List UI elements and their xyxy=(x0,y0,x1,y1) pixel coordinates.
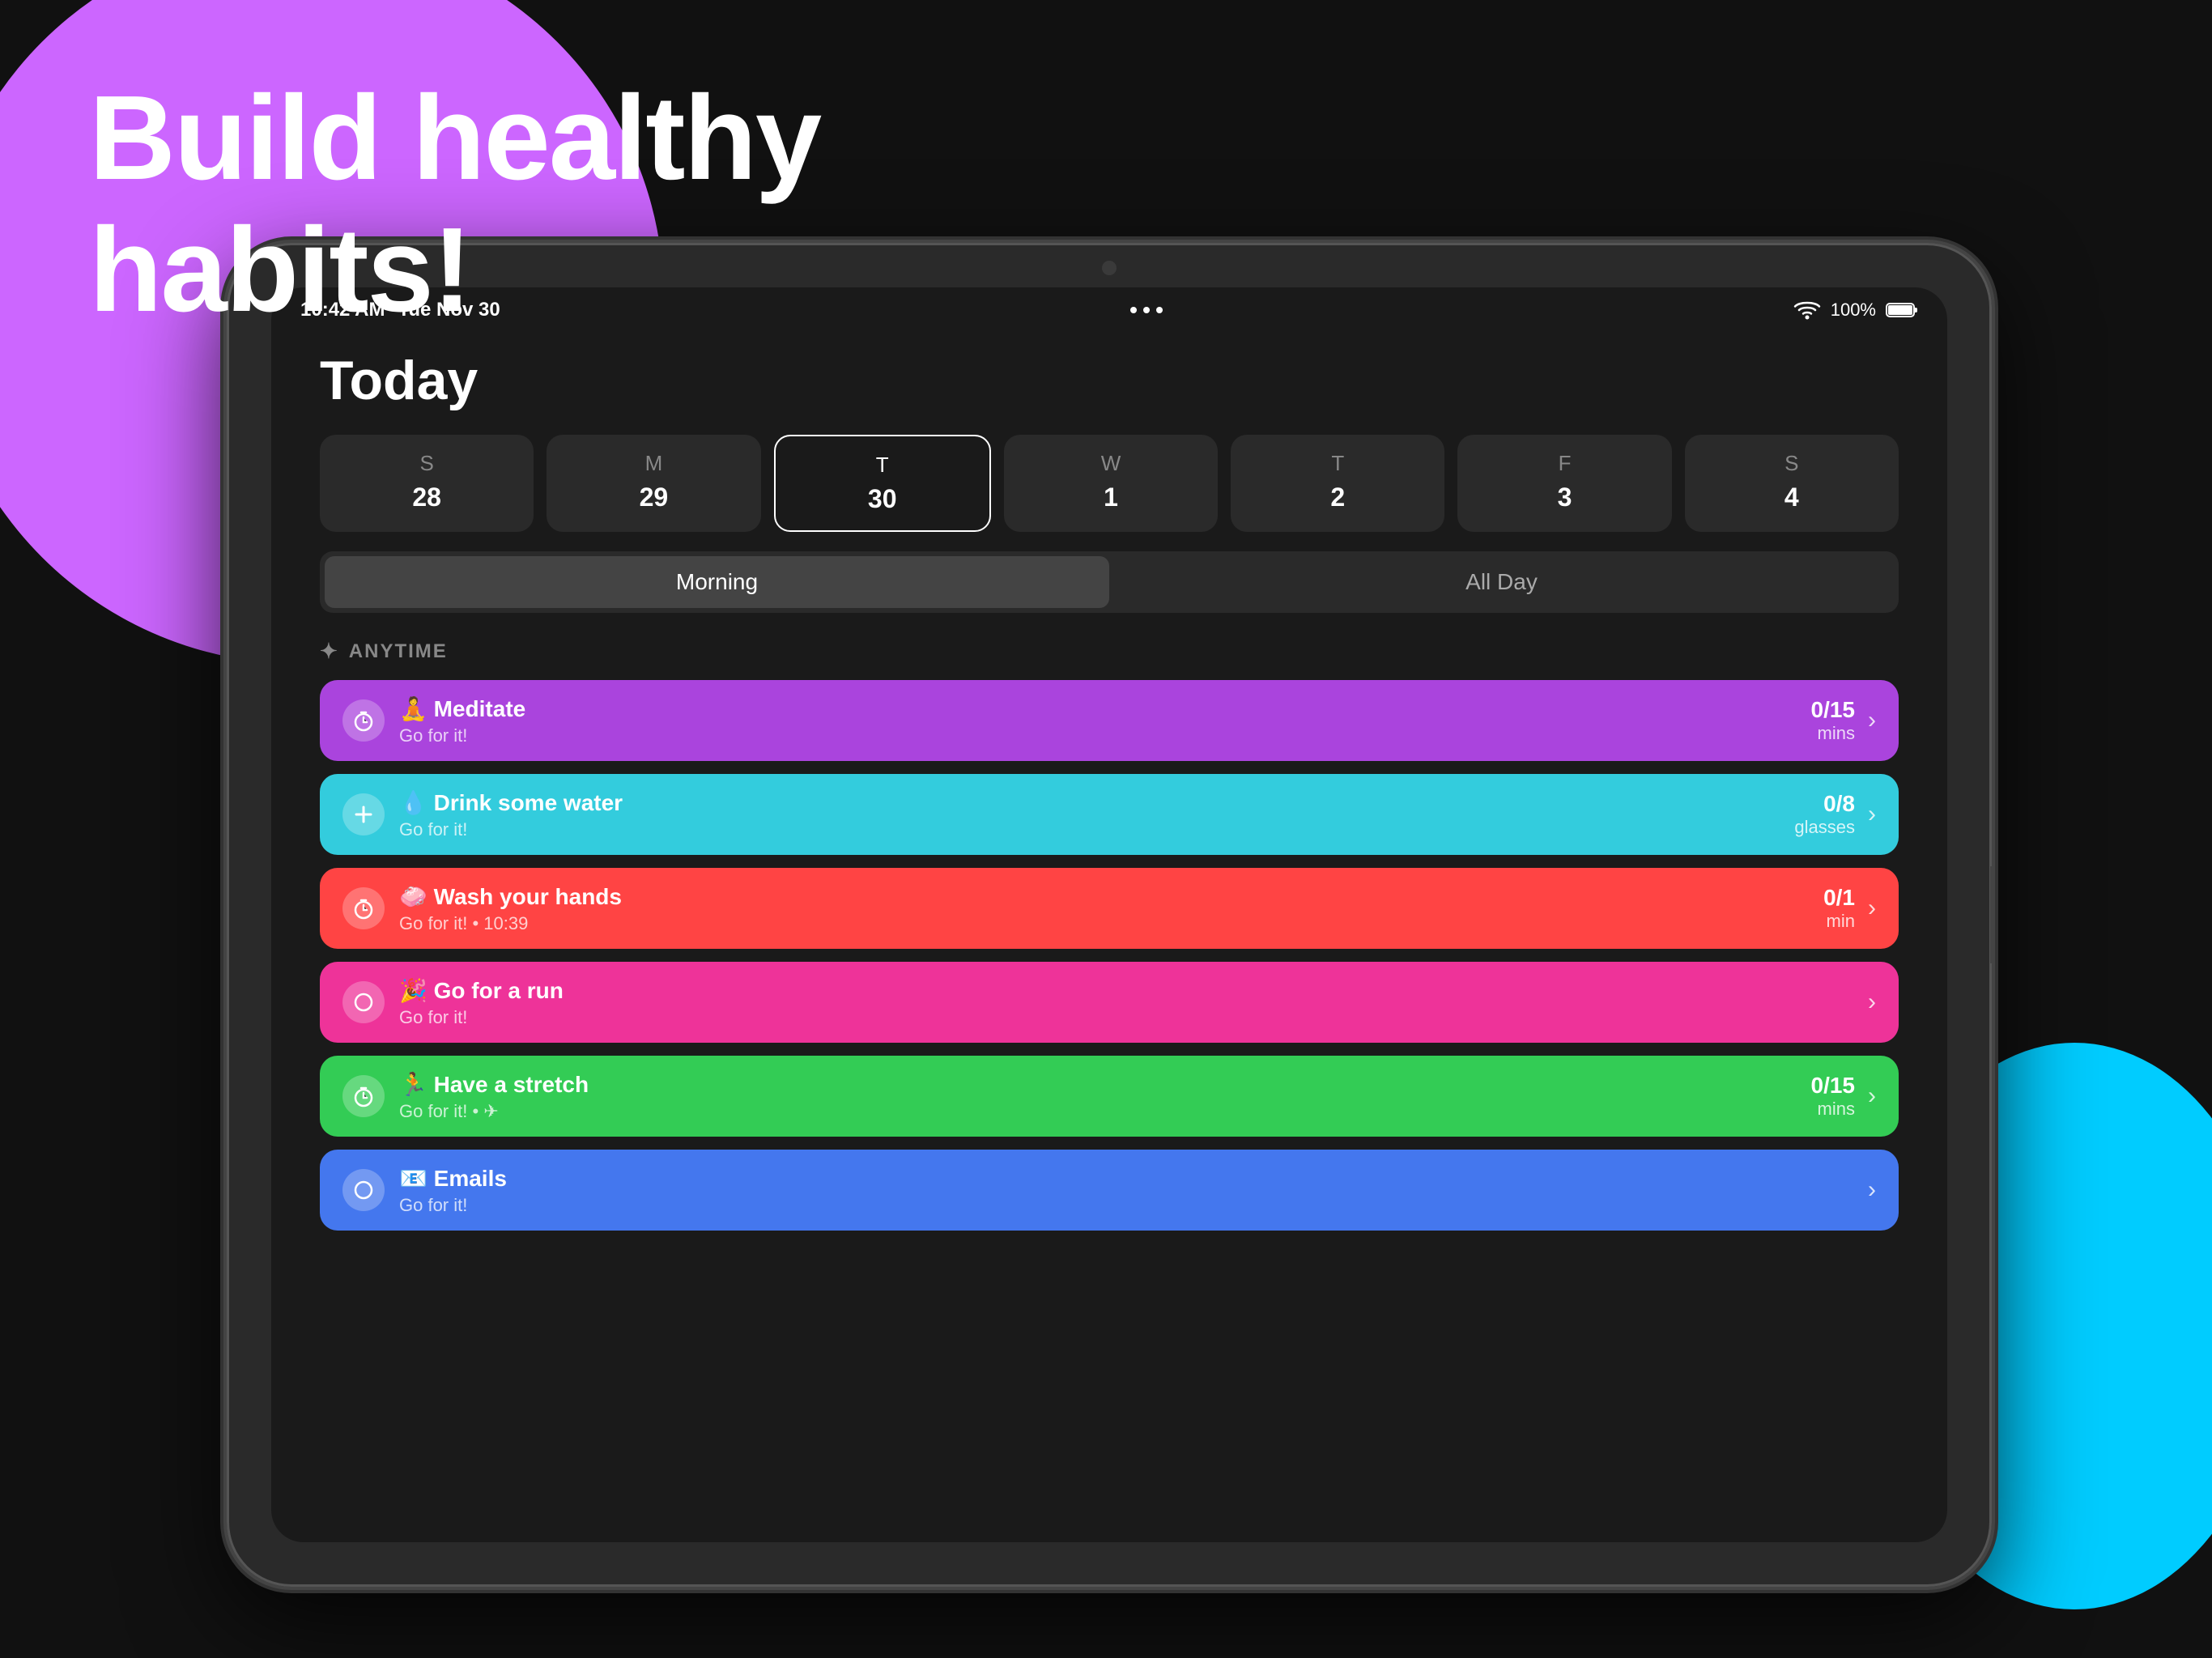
habit-unit-4: mins xyxy=(1818,1099,1855,1120)
habit-name-2: 🧼 Wash your hands xyxy=(399,883,1823,910)
habit-count-0: 0/15 xyxy=(1811,697,1856,723)
battery-icon xyxy=(1886,301,1918,319)
habit-info-5: 📧 Emails Go for it! xyxy=(399,1165,1868,1216)
habit-unit-2: min xyxy=(1827,911,1855,932)
time-tab-1[interactable]: All Day xyxy=(1109,556,1894,608)
habit-subtitle-2: Go for it! • 10:39 xyxy=(399,913,1823,934)
habit-progress-4: 0/15 mins xyxy=(1811,1073,1856,1120)
day-letter-5: F xyxy=(1559,451,1572,476)
habit-icon-1 xyxy=(342,793,385,835)
habit-icon-2 xyxy=(342,887,385,929)
habit-item-1[interactable]: 💧 Drink some water Go for it! 0/8 glasse… xyxy=(320,774,1899,855)
habit-unit-1: glasses xyxy=(1794,817,1855,838)
habit-subtitle-0: Go for it! xyxy=(399,725,1811,746)
habit-info-0: 🧘 Meditate Go for it! xyxy=(399,695,1811,746)
habit-list: 🧘 Meditate Go for it! 0/15 mins › 💧 Drin… xyxy=(320,680,1899,1231)
habit-icon-0 xyxy=(342,699,385,742)
habit-unit-0: mins xyxy=(1818,723,1855,744)
habit-progress-0: 0/15 mins xyxy=(1811,697,1856,744)
day-selector: S 28 M 29 T 30 W 1 T 2 F 3 S 4 xyxy=(320,435,1899,532)
day-letter-0: S xyxy=(419,451,433,476)
day-item-5[interactable]: F 3 xyxy=(1457,435,1671,532)
habit-chevron-4: › xyxy=(1868,1082,1876,1110)
battery-text: 100% xyxy=(1831,300,1876,321)
section-label-text: ANYTIME xyxy=(349,640,448,663)
headline: Build healthy habits! xyxy=(89,73,820,337)
habit-item-0[interactable]: 🧘 Meditate Go for it! 0/15 mins › xyxy=(320,680,1899,761)
habit-subtitle-5: Go for it! xyxy=(399,1195,1868,1216)
habit-info-2: 🧼 Wash your hands Go for it! • 10:39 xyxy=(399,883,1823,934)
habit-count-2: 0/1 xyxy=(1823,885,1855,911)
circle-icon xyxy=(352,1179,375,1201)
day-letter-4: T xyxy=(1331,451,1344,476)
timer-icon xyxy=(352,897,375,920)
status-dots xyxy=(1130,307,1163,313)
habit-info-3: 🎉 Go for a run Go for it! xyxy=(399,977,1868,1028)
circle-icon xyxy=(352,991,375,1014)
day-number-6: 4 xyxy=(1784,483,1799,512)
day-number-5: 3 xyxy=(1558,483,1572,512)
day-item-3[interactable]: W 1 xyxy=(1004,435,1218,532)
habit-icon-4 xyxy=(342,1075,385,1117)
timer-icon xyxy=(352,1085,375,1107)
day-item-2[interactable]: T 30 xyxy=(774,435,991,532)
day-item-1[interactable]: M 29 xyxy=(547,435,760,532)
day-letter-3: W xyxy=(1101,451,1121,476)
headline-line1: Build healthy xyxy=(89,73,820,205)
habit-chevron-5: › xyxy=(1868,1176,1876,1204)
habit-info-1: 💧 Drink some water Go for it! xyxy=(399,789,1794,840)
app-content: Today S 28 M 29 T 30 W 1 T 2 F 3 S 4 Mor… xyxy=(271,333,1947,1247)
habit-count-4: 0/15 xyxy=(1811,1073,1856,1099)
habit-item-3[interactable]: 🎉 Go for a run Go for it! › xyxy=(320,962,1899,1043)
time-tabs: MorningAll Day xyxy=(320,551,1899,613)
habit-chevron-3: › xyxy=(1868,988,1876,1016)
habit-subtitle-3: Go for it! xyxy=(399,1007,1868,1028)
section-label: ✦ ANYTIME xyxy=(320,639,1899,664)
timer-icon xyxy=(352,709,375,732)
plus-icon xyxy=(352,803,375,826)
dot2 xyxy=(1143,307,1150,313)
day-number-2: 30 xyxy=(868,484,897,514)
habit-chevron-0: › xyxy=(1868,707,1876,734)
habit-chevron-1: › xyxy=(1868,801,1876,828)
habit-progress-1: 0/8 glasses xyxy=(1794,791,1855,838)
day-number-0: 28 xyxy=(412,483,441,512)
habit-item-5[interactable]: 📧 Emails Go for it! › xyxy=(320,1150,1899,1231)
habit-name-3: 🎉 Go for a run xyxy=(399,977,1868,1004)
habit-info-4: 🏃 Have a stretch Go for it! • ✈ xyxy=(399,1071,1811,1122)
habit-subtitle-1: Go for it! xyxy=(399,819,1794,840)
day-number-4: 2 xyxy=(1330,483,1345,512)
habit-item-2[interactable]: 🧼 Wash your hands Go for it! • 10:39 0/1… xyxy=(320,868,1899,949)
day-item-6[interactable]: S 4 xyxy=(1685,435,1899,532)
status-right: 100% xyxy=(1793,300,1918,321)
day-letter-2: T xyxy=(876,453,889,478)
day-letter-1: M xyxy=(645,451,663,476)
habit-icon-5 xyxy=(342,1169,385,1211)
habit-name-4: 🏃 Have a stretch xyxy=(399,1071,1811,1098)
habit-item-4[interactable]: 🏃 Have a stretch Go for it! • ✈ 0/15 min… xyxy=(320,1056,1899,1137)
habit-progress-2: 0/1 min xyxy=(1823,885,1855,932)
habit-name-0: 🧘 Meditate xyxy=(399,695,1811,722)
day-item-0[interactable]: S 28 xyxy=(320,435,534,532)
day-letter-6: S xyxy=(1784,451,1798,476)
day-number-1: 29 xyxy=(640,483,669,512)
today-title: Today xyxy=(320,349,1899,412)
habit-name-1: 💧 Drink some water xyxy=(399,789,1794,816)
time-tab-0[interactable]: Morning xyxy=(325,556,1109,608)
wifi-icon xyxy=(1793,300,1821,321)
day-item-4[interactable]: T 2 xyxy=(1231,435,1444,532)
habit-name-5: 📧 Emails xyxy=(399,1165,1868,1192)
home-button[interactable] xyxy=(1990,866,1992,963)
dot3 xyxy=(1156,307,1163,313)
dot1 xyxy=(1130,307,1137,313)
day-number-3: 1 xyxy=(1104,483,1118,512)
habit-chevron-2: › xyxy=(1868,895,1876,922)
habit-subtitle-4: Go for it! • ✈ xyxy=(399,1101,1811,1122)
ipad-screen: 10:42 AM Tue Nov 30 100% xyxy=(271,287,1947,1542)
habit-icon-3 xyxy=(342,981,385,1023)
habit-count-1: 0/8 xyxy=(1823,791,1855,817)
ipad-frame: 10:42 AM Tue Nov 30 100% xyxy=(227,243,1992,1587)
headline-line2: habits! xyxy=(89,205,820,337)
